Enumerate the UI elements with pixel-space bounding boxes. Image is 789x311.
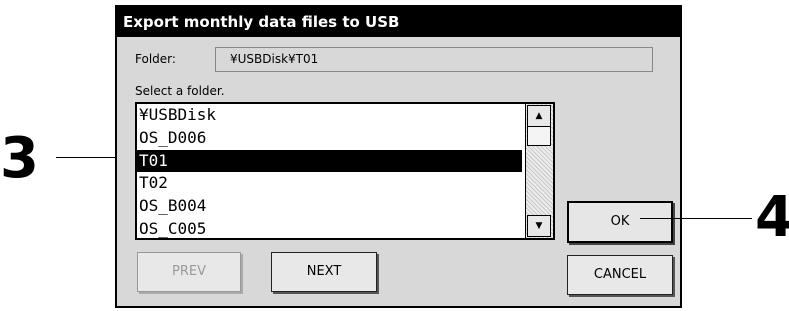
callout-number-4: 4 [755, 185, 789, 250]
ok-button[interactable]: OK [567, 201, 673, 243]
list-item[interactable]: T02 [137, 172, 522, 195]
list-item[interactable]: OS_C005 [137, 218, 522, 238]
callout-line-4 [640, 218, 752, 219]
list-item-selected[interactable]: T01 [137, 149, 522, 173]
prev-button[interactable]: PREV [137, 252, 241, 292]
cancel-button[interactable]: CANCEL [567, 255, 673, 295]
ok-button-label: OK [610, 214, 630, 229]
list-item[interactable]: OS_B004 [137, 195, 522, 218]
scroll-up-button[interactable]: ▲ [527, 105, 551, 127]
folder-path-field: ¥USBDisk¥T01 [215, 47, 653, 72]
dialog-title: Export monthly data files to USB [117, 7, 680, 37]
arrow-up-icon: ▲ [535, 111, 543, 121]
next-button[interactable]: NEXT [271, 252, 377, 292]
list-item[interactable]: ¥USBDisk [137, 104, 522, 127]
folder-listbox[interactable]: ¥USBDisk OS_D006 T01 T02 OS_B004 OS_C005… [135, 102, 555, 240]
select-folder-instruction: Select a folder. [135, 84, 225, 98]
folder-label: Folder: [135, 52, 176, 66]
scroll-down-button[interactable]: ▼ [527, 215, 551, 237]
callout-number-3: 3 [0, 126, 39, 191]
folder-list: ¥USBDisk OS_D006 T01 T02 OS_B004 OS_C005 [137, 104, 553, 238]
arrow-down-icon: ▼ [535, 221, 543, 231]
vertical-scrollbar[interactable]: ▲ ▼ [525, 104, 553, 238]
list-item[interactable]: OS_D006 [137, 127, 522, 150]
export-dialog: Export monthly data files to USB Folder:… [115, 5, 682, 308]
scrollbar-thumb[interactable] [527, 126, 551, 146]
